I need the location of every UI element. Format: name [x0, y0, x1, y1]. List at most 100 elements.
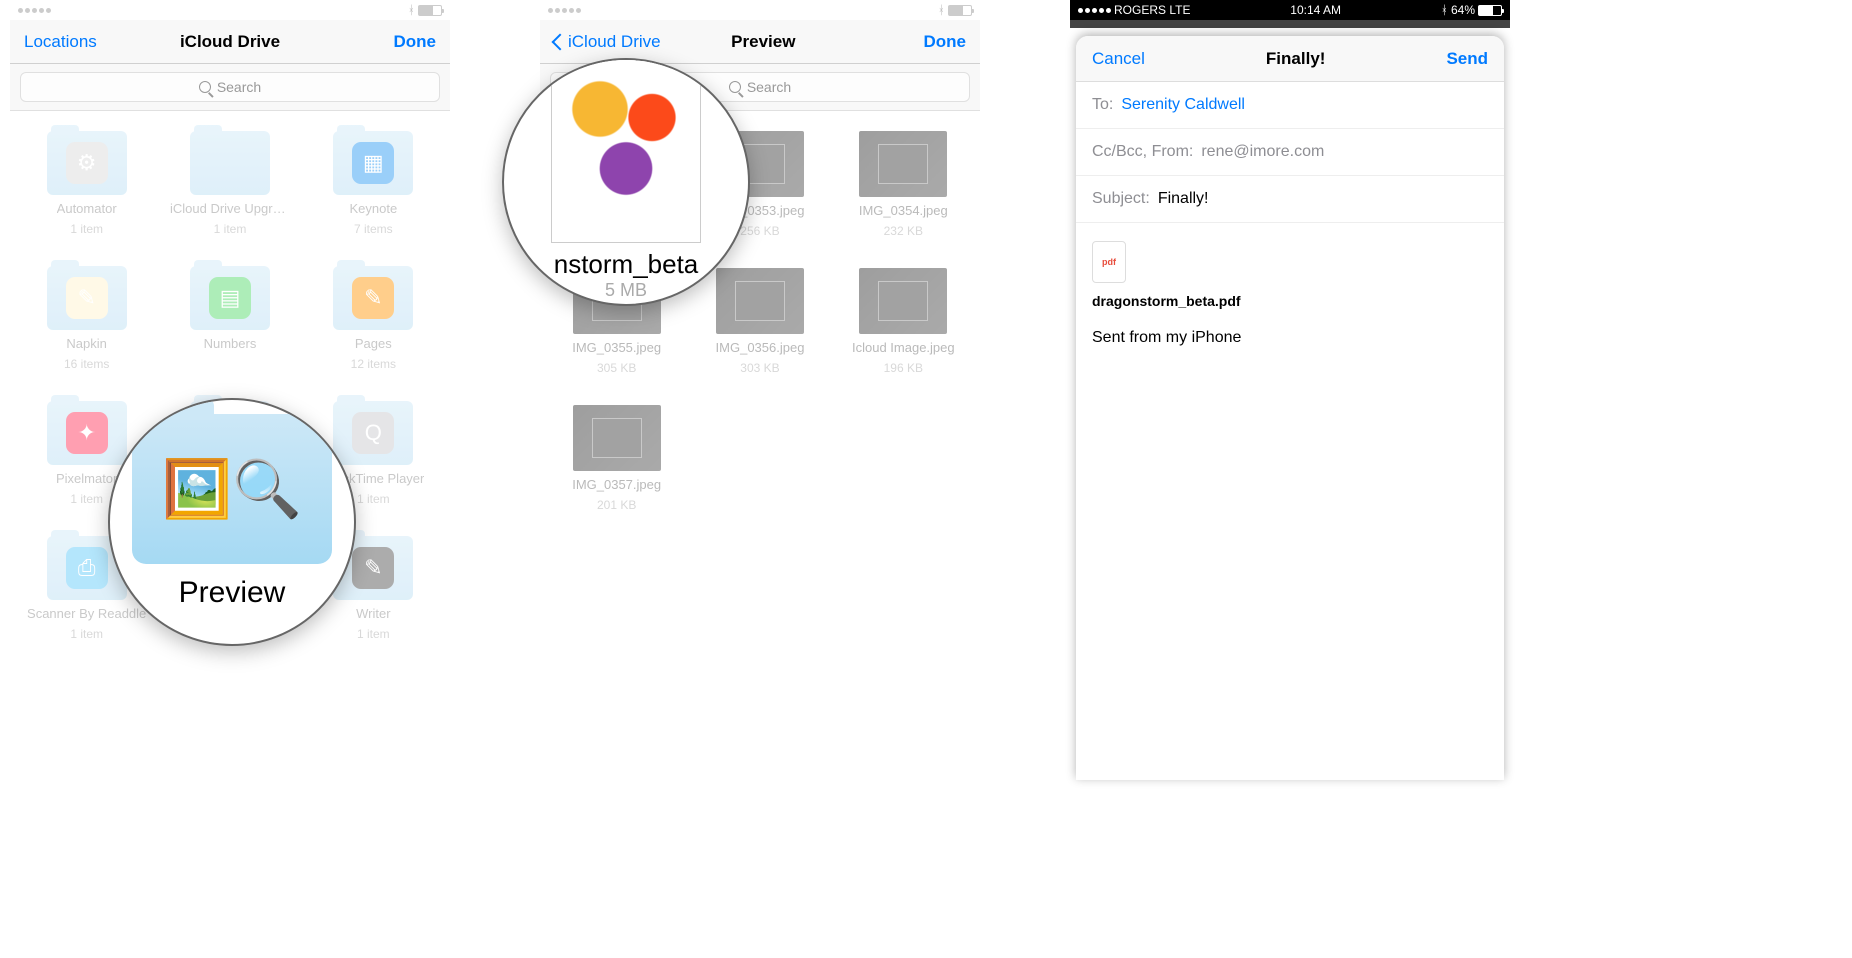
to-value[interactable]: Serenity Caldwell — [1121, 96, 1245, 114]
folder-name: Keynote — [349, 201, 397, 216]
folder-meta: 1 item — [357, 627, 390, 641]
file-item[interactable]: IMG_0354.jpeg 232 KB — [837, 131, 970, 238]
file-size: 305 KB — [597, 361, 636, 375]
app-icon: ✦ — [66, 412, 108, 454]
compose-sheet: Cancel Finally! Send To: Serenity Caldwe… — [1076, 36, 1504, 780]
folder-icon: ▦ — [333, 131, 413, 195]
folder-item[interactable]: ⚙︎Automator1 item — [20, 131, 153, 236]
file-item[interactable]: Icloud Image.jpeg 196 KB — [837, 268, 970, 375]
preview-folder-icon[interactable]: 🖼️🔍 — [132, 414, 332, 564]
file-name: IMG_0354.jpeg — [859, 203, 948, 218]
folder-meta: 1 item — [357, 492, 390, 506]
folder-name: iCloud Drive Upgrad… — [170, 201, 290, 216]
folder-item[interactable]: ✎ Pages 12 items — [307, 266, 440, 371]
file-item[interactable]: IMG_0356.jpeg 303 KB — [693, 268, 826, 375]
file-size: 196 KB — [884, 361, 923, 375]
status-bar: ᚼ — [10, 0, 450, 20]
nav-title: iCloud Drive — [180, 32, 280, 52]
app-icon: ⚙︎ — [66, 142, 108, 184]
search-container: Search — [10, 64, 450, 111]
file-thumbnail — [573, 405, 661, 471]
send-button[interactable]: Send — [1446, 49, 1488, 69]
pdf-artwork — [561, 58, 691, 228]
folder-icon: ⚙︎ — [47, 131, 127, 195]
folder-meta: 1 item — [214, 222, 247, 236]
compose-title: Finally! — [1266, 49, 1326, 69]
to-field[interactable]: To: Serenity Caldwell — [1076, 82, 1504, 129]
battery-icon — [418, 5, 442, 16]
cancel-button[interactable]: Cancel — [1092, 49, 1145, 69]
subject-label: Subject: — [1092, 190, 1150, 208]
search-input[interactable]: Search — [20, 72, 440, 102]
magnifier-selected-file: nstorm_beta 5 MB — [502, 58, 750, 306]
file-size: 256 KB — [740, 224, 779, 238]
from-value: rene@imore.com — [1201, 143, 1324, 161]
folder-icon — [190, 131, 270, 195]
folder-name: Numbers — [204, 336, 257, 351]
file-name: IMG_0357.jpeg — [572, 477, 661, 492]
bluetooth-icon: ᚼ — [408, 3, 415, 17]
attachment-block[interactable]: pdf dragonstorm_beta.pdf — [1076, 223, 1504, 313]
sheet-gap — [1070, 20, 1510, 28]
nav-back-button[interactable]: iCloud Drive — [554, 32, 661, 52]
file-size: 232 KB — [884, 224, 923, 238]
nav-done-button[interactable]: Done — [394, 32, 437, 52]
nav-locations-link[interactable]: Locations — [24, 32, 97, 52]
subject-value: Finally! — [1158, 190, 1209, 208]
magnifier-label: Preview — [179, 576, 286, 610]
signal-icon — [1078, 8, 1111, 13]
folder-meta: 7 items — [354, 222, 393, 236]
app-icon: ▦ — [352, 142, 394, 184]
subject-field[interactable]: Subject: Finally! — [1076, 176, 1504, 223]
folder-name: Napkin — [66, 336, 106, 351]
folder-name: Automator — [57, 201, 117, 216]
search-icon — [729, 81, 741, 93]
folder-item[interactable]: iCloud Drive Upgrad… 1 item — [163, 131, 296, 236]
file-thumbnail — [859, 268, 947, 334]
ccbcc-label: Cc/Bcc, From: — [1092, 143, 1193, 161]
app-icon: ⎙ — [66, 547, 108, 589]
panel-mail-compose: ROGERS LTE 10:14 AM ᚼ 64% Cancel Finally… — [1070, 0, 1510, 780]
magnifier-filename: nstorm_beta — [554, 249, 699, 280]
to-label: To: — [1092, 96, 1113, 114]
folder-name: Pages — [355, 336, 392, 351]
file-size: 201 KB — [597, 498, 636, 512]
status-bar: ROGERS LTE 10:14 AM ᚼ 64% — [1070, 0, 1510, 20]
status-bar: ᚼ — [540, 0, 980, 20]
preview-app-icon: 🖼️🔍 — [162, 456, 301, 522]
magnifier-preview-folder: 🖼️🔍 Preview — [108, 398, 356, 646]
app-icon: ✎ — [66, 277, 108, 319]
nav-bar: iCloud Drive Preview Done — [540, 20, 980, 64]
folder-name: Writer — [356, 606, 390, 621]
file-name: IMG_0356.jpeg — [716, 340, 805, 355]
folder-item[interactable]: ▤ Numbers — [163, 266, 296, 371]
folder-item[interactable]: ▦ Keynote 7 items — [307, 131, 440, 236]
compose-header: Cancel Finally! Send — [1076, 36, 1504, 82]
search-icon — [199, 81, 211, 93]
ccbcc-from-field[interactable]: Cc/Bcc, From: rene@imore.com — [1076, 129, 1504, 176]
bluetooth-icon: ᚼ — [938, 3, 945, 17]
file-size: 303 KB — [740, 361, 779, 375]
folder-icon: ✎ — [47, 266, 127, 330]
file-item[interactable]: IMG_0357.jpeg 201 KB — [550, 405, 683, 512]
app-icon: ▤ — [209, 277, 251, 319]
folder-icon: Q — [333, 401, 413, 465]
panel-preview-folder: ᚼ iCloud Drive Preview Done Search drago… — [540, 0, 980, 780]
pdf-thumbnail[interactable] — [551, 58, 701, 243]
app-icon: ✎ — [352, 277, 394, 319]
magnifier-filesize: 5 MB — [605, 280, 647, 301]
folder-name: Pixelmator — [56, 471, 117, 486]
bluetooth-icon: ᚼ — [1441, 3, 1448, 17]
carrier-label: ROGERS LTE — [1114, 3, 1190, 17]
folder-item[interactable]: ✎Napkin16 items — [20, 266, 153, 371]
folder-name: Scanner By Readdle — [27, 606, 146, 621]
file-name: Icloud Image.jpeg — [852, 340, 955, 355]
panel-icloud-root: ᚼ Locations iCloud Drive Done Search ⚙︎ A… — [10, 0, 450, 780]
folder-meta: 1 item — [70, 492, 103, 506]
file-name: IMG_0355.jpeg — [572, 340, 661, 355]
nav-done-button[interactable]: Done — [923, 32, 966, 52]
nav-title: Preview — [731, 32, 795, 52]
email-signature[interactable]: Sent from my iPhone — [1076, 313, 1504, 363]
folder-meta: 12 items — [351, 357, 396, 371]
app-icon: Q — [352, 412, 394, 454]
